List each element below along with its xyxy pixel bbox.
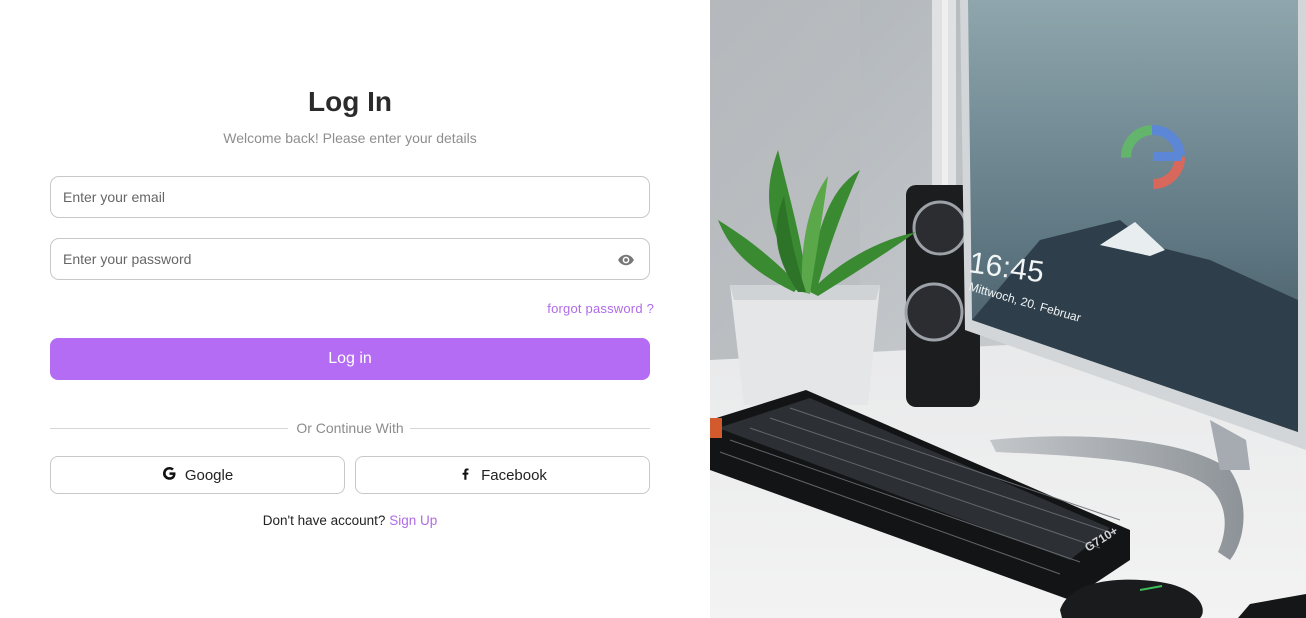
login-panel: Log In Welcome back! Please enter your d… (0, 0, 710, 618)
signup-row: Don't have account? Sign Up (0, 513, 700, 528)
desk-setup-illustration: 16:45 Mittwoch, 20. Februar G710+ (710, 0, 1306, 618)
eye-icon[interactable] (617, 251, 635, 269)
login-button[interactable]: Log in (50, 338, 650, 380)
google-button-label: Google (184, 466, 234, 484)
email-field[interactable] (51, 177, 649, 217)
hero-image: 16:45 Mittwoch, 20. Februar G710+ (710, 0, 1306, 618)
password-field-wrapper (50, 238, 650, 280)
email-field-wrapper (50, 176, 650, 218)
facebook-button[interactable]: Facebook (355, 456, 650, 494)
facebook-button-label: Facebook (481, 466, 547, 484)
facebook-icon (458, 466, 473, 485)
divider-line-right (410, 428, 650, 429)
sign-up-link[interactable]: Sign Up (389, 513, 437, 528)
google-icon (162, 466, 177, 485)
google-button[interactable]: Google (50, 456, 345, 494)
or-continue-divider: Or Continue With (50, 420, 650, 436)
no-account-text: Don't have account? (262, 513, 386, 528)
page-title: Log In (308, 86, 392, 117)
page-subtitle: Welcome back! Please enter your details (223, 130, 477, 146)
forgot-password-link[interactable]: forgot password ? (547, 301, 654, 316)
password-field[interactable] (51, 239, 649, 279)
